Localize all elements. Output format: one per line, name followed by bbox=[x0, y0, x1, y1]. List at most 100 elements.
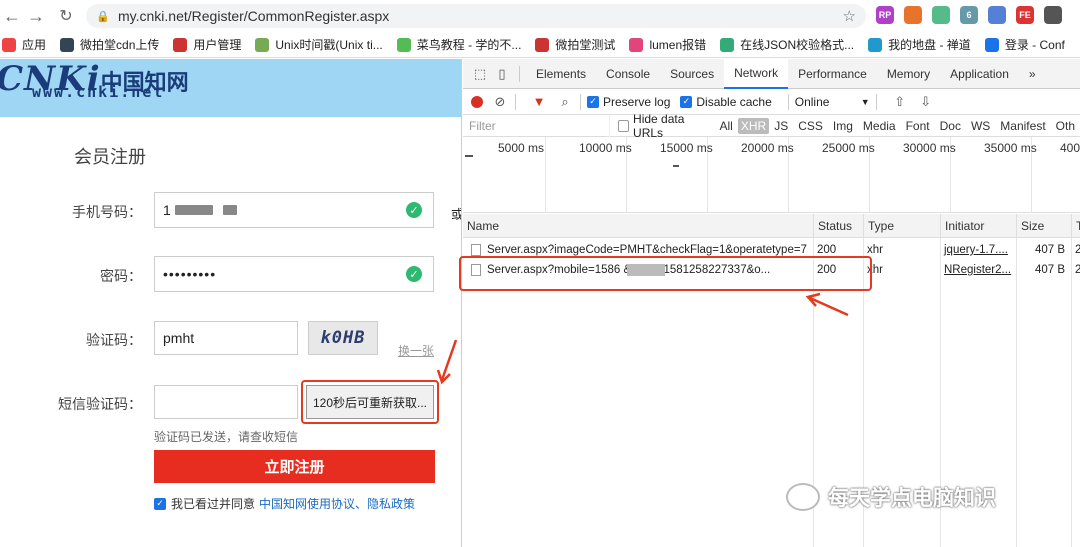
phone-field[interactable]: 1 bbox=[154, 192, 434, 228]
back-icon[interactable]: ← bbox=[0, 4, 24, 28]
type-filter-doc[interactable]: Doc bbox=[935, 119, 966, 133]
extension-icon[interactable]: RP bbox=[876, 6, 894, 24]
bookmark-star-icon[interactable]: ☆ bbox=[843, 7, 856, 25]
preserve-log-label: Preserve log bbox=[603, 94, 671, 109]
sms-code-field[interactable] bbox=[154, 385, 298, 419]
bookmark-item[interactable]: lumen报错 bbox=[629, 36, 706, 53]
export-har-icon[interactable]: ⇩ bbox=[917, 93, 935, 111]
search-icon[interactable]: ⌕ bbox=[556, 93, 574, 111]
bookmark-item[interactable]: 微拍堂测试 bbox=[535, 36, 615, 53]
extension-icon[interactable]: FE bbox=[1016, 6, 1034, 24]
devtools-panel: ⬚ ▯ Elements Console Sources Network Perform… bbox=[463, 59, 1080, 547]
column-header-type[interactable]: Type bbox=[863, 214, 940, 238]
bookmark-label: Unix时间戳(Unix ti... bbox=[275, 38, 383, 52]
bookmark-item[interactable]: Unix时间戳(Unix ti... bbox=[255, 36, 383, 53]
cnki-logo[interactable]: CNKi中国知网 www.cnki.net bbox=[0, 59, 189, 101]
bookmark-item[interactable]: 登录 - Conf bbox=[984, 36, 1065, 53]
tab-sources[interactable]: Sources bbox=[660, 59, 724, 89]
bookmark-icon bbox=[535, 37, 550, 52]
resend-sms-button[interactable]: 120秒后可重新获取... bbox=[306, 385, 434, 419]
type-filters: All XHR JS CSS Img Media Font Doc WS Manifest Oth bbox=[715, 117, 1080, 134]
extension-icon[interactable] bbox=[932, 6, 950, 24]
extension-icon[interactable]: 6 bbox=[960, 6, 978, 24]
column-header-name[interactable]: Name bbox=[463, 214, 813, 238]
tab-elements[interactable]: Elements bbox=[526, 59, 596, 89]
agree-checkbox[interactable]: ✓ bbox=[154, 497, 166, 510]
bookmark-label: 在线JSON校验格式... bbox=[740, 38, 855, 52]
bookmark-icon bbox=[396, 37, 411, 52]
tab-performance[interactable]: Performance bbox=[788, 59, 877, 89]
forward-icon[interactable]: → bbox=[24, 4, 48, 28]
bookmark-item[interactable]: 应用 bbox=[2, 36, 46, 53]
type-filter-ws[interactable]: WS bbox=[966, 119, 995, 133]
throttle-select[interactable]: Online bbox=[795, 95, 855, 109]
register-button[interactable]: 立即注册 bbox=[154, 450, 435, 483]
captcha-image[interactable]: k0HB bbox=[308, 321, 378, 355]
cell-t: 2 bbox=[1075, 244, 1080, 256]
record-icon[interactable] bbox=[471, 95, 483, 108]
timeline-request-mark bbox=[465, 155, 473, 157]
tab-application[interactable]: Application bbox=[940, 59, 1019, 89]
more-tabs-icon[interactable]: » bbox=[1019, 59, 1046, 89]
type-filter-media[interactable]: Media bbox=[858, 119, 901, 133]
column-header-initiator[interactable]: Initiator bbox=[940, 214, 1016, 238]
reload-icon[interactable]: ↻ bbox=[54, 4, 78, 28]
bookmark-item[interactable]: 菜鸟教程 - 学的不... bbox=[396, 36, 522, 53]
extension-icon[interactable] bbox=[988, 6, 1006, 24]
type-filter-font[interactable]: Font bbox=[901, 119, 935, 133]
filter-input[interactable]: Filter bbox=[463, 114, 610, 137]
bookmark-item[interactable]: 用户管理 bbox=[173, 36, 241, 53]
tab-memory[interactable]: Memory bbox=[877, 59, 940, 89]
clear-icon[interactable]: ⊘ bbox=[491, 93, 509, 111]
sms-code-label: 短信验证码： bbox=[58, 396, 142, 412]
divider bbox=[787, 93, 789, 110]
network-timeline: 5000 ms 10000 ms 15000 ms 20000 ms 25000 ms 3… bbox=[463, 137, 1080, 213]
column-header-t[interactable]: T bbox=[1071, 214, 1080, 238]
column-header-status[interactable]: Status bbox=[813, 214, 863, 238]
bookmark-item[interactable]: 我的地盘 - 禅道 bbox=[868, 36, 971, 53]
column-divider bbox=[1071, 238, 1072, 547]
device-toggle-icon[interactable]: ▯ bbox=[491, 63, 513, 85]
bookmark-icon bbox=[868, 37, 883, 52]
column-header-size[interactable]: Size bbox=[1016, 214, 1071, 238]
disable-cache-checkbox[interactable]: ✓ bbox=[680, 95, 693, 108]
bookmark-icon bbox=[60, 37, 75, 52]
agreement-link[interactable]: 中国知网使用协议、隐私政策 bbox=[259, 495, 415, 512]
type-filter-xhr[interactable]: XHR bbox=[737, 117, 770, 134]
bookmark-icon bbox=[984, 37, 999, 52]
captcha-field[interactable]: pmht bbox=[154, 321, 298, 355]
cell-size: 407 B bbox=[1034, 244, 1065, 256]
type-filter-img[interactable]: Img bbox=[828, 119, 858, 133]
type-filter-css[interactable]: CSS bbox=[793, 119, 828, 133]
change-captcha-link[interactable]: 换一张 bbox=[398, 342, 434, 359]
disable-cache-label: Disable cache bbox=[696, 94, 772, 109]
type-filter-js[interactable]: JS bbox=[769, 119, 793, 133]
hide-data-urls-checkbox[interactable] bbox=[617, 119, 630, 132]
red-arrow bbox=[436, 339, 458, 385]
chevron-down-icon[interactable]: ▼ bbox=[861, 97, 870, 107]
valid-check-icon: ✓ bbox=[406, 202, 422, 218]
page-title: 会员注册 bbox=[74, 147, 146, 167]
address-bar[interactable]: 🔒 my.cnki.net/Register/CommonRegister.as… bbox=[86, 4, 866, 28]
tab-network[interactable]: Network bbox=[724, 59, 789, 89]
extension-icon[interactable] bbox=[1044, 6, 1062, 24]
column-divider bbox=[1016, 238, 1017, 547]
watermark: 每天学点电脑知识 bbox=[786, 482, 996, 512]
tab-console[interactable]: Console bbox=[596, 59, 660, 89]
preserve-log-checkbox[interactable]: ✓ bbox=[587, 95, 599, 108]
cell-initiator: jquery-1.7.... bbox=[944, 244, 1008, 256]
extension-icon[interactable] bbox=[904, 6, 922, 24]
bookmark-label: 应用 bbox=[22, 38, 47, 52]
type-filter-all[interactable]: All bbox=[715, 119, 738, 133]
bookmark-item[interactable]: 在线JSON校验格式... bbox=[720, 36, 854, 53]
import-har-icon[interactable]: ⇧ bbox=[891, 93, 909, 111]
bookmark-item[interactable]: 微拍堂cdn上传 bbox=[60, 36, 159, 53]
bookmark-label: 菜鸟教程 - 学的不... bbox=[416, 38, 522, 52]
inspect-icon[interactable]: ⬚ bbox=[469, 63, 491, 85]
bookmark-icon bbox=[255, 37, 270, 52]
filter-icon[interactable]: ▼ bbox=[530, 93, 548, 111]
type-filter-manifest[interactable]: Manifest bbox=[995, 119, 1050, 133]
bookmark-icon bbox=[720, 37, 735, 52]
type-filter-oth[interactable]: Oth bbox=[1051, 119, 1080, 133]
password-field[interactable]: ••••••••• bbox=[154, 256, 434, 292]
